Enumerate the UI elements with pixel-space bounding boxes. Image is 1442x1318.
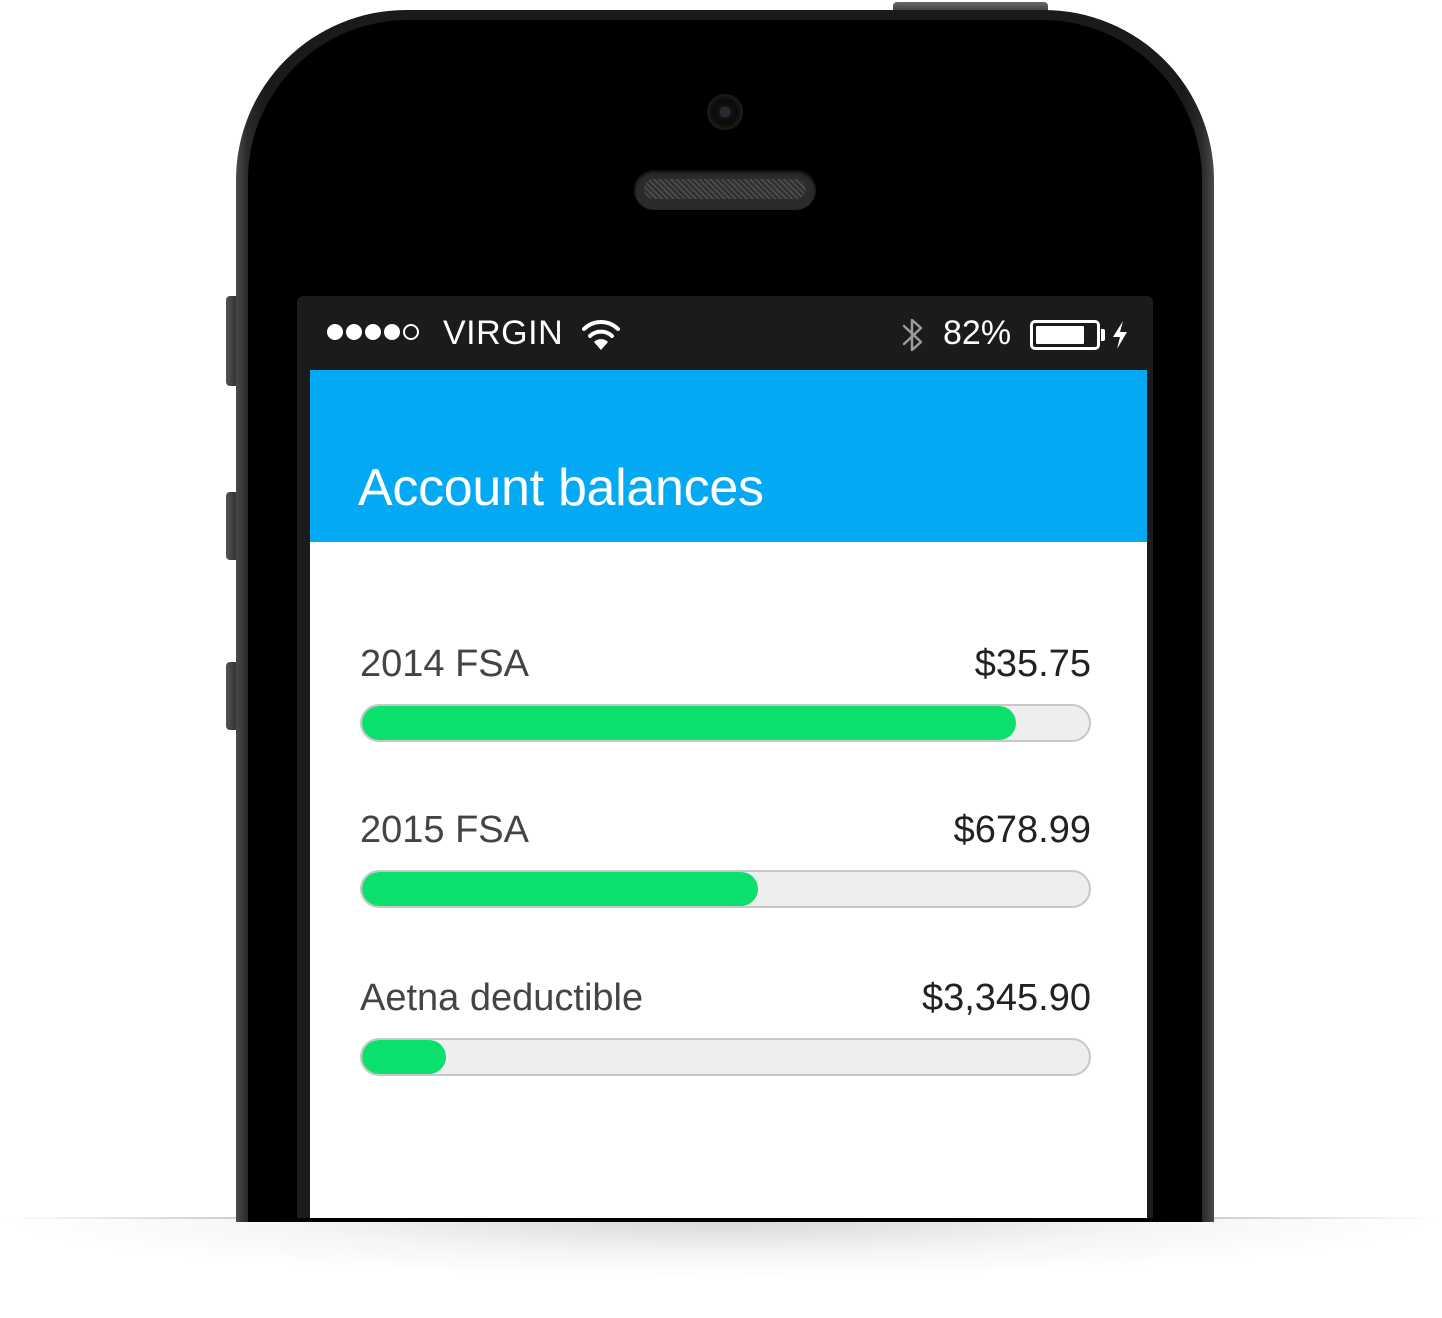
carrier-name: VIRGIN [443, 314, 564, 352]
account-row[interactable]: Aetna deductible $3,345.90 [360, 976, 1091, 1086]
wifi-icon [581, 316, 621, 357]
status-bar: VIRGIN 82% [297, 296, 1153, 370]
progress-bar [360, 870, 1091, 908]
page-title: Account balances [358, 459, 764, 517]
progress-bar [360, 704, 1091, 742]
speaker-grill [644, 179, 806, 199]
battery-nub [1101, 329, 1105, 341]
account-balance: $35.75 [974, 643, 1091, 685]
bluetooth-icon [901, 316, 925, 359]
signal-strength-icon [327, 324, 419, 340]
signal-dot [346, 324, 362, 340]
battery-icon [1030, 320, 1100, 350]
signal-dot [327, 324, 343, 340]
app-header: Account balances [310, 370, 1147, 542]
phone-screen: VIRGIN 82% Account balances 2014 FSA $35… [297, 296, 1153, 1218]
account-name: Aetna deductible [360, 977, 644, 1019]
battery-percentage: 82% [943, 314, 1012, 352]
battery-level [1036, 326, 1084, 344]
account-row[interactable]: 2014 FSA $35.75 [360, 642, 1091, 752]
signal-dot [403, 324, 419, 340]
account-name: 2015 FSA [360, 809, 529, 851]
progress-fill [362, 1040, 446, 1074]
app-content: Account balances 2014 FSA $35.75 2015 FS… [310, 370, 1147, 1218]
progress-fill [362, 872, 759, 906]
floor-shadow [0, 1218, 1442, 1318]
signal-dot [384, 324, 400, 340]
account-name: 2014 FSA [360, 643, 529, 685]
progress-fill [362, 706, 1017, 740]
signal-dot [365, 324, 381, 340]
account-row[interactable]: 2015 FSA $678.99 [360, 808, 1091, 918]
account-balance: $3,345.90 [921, 977, 1091, 1019]
account-balance: $678.99 [953, 809, 1091, 851]
charging-bolt-icon [1111, 320, 1129, 355]
front-camera [707, 94, 743, 130]
progress-bar [360, 1038, 1091, 1076]
earpiece-speaker [634, 170, 816, 210]
